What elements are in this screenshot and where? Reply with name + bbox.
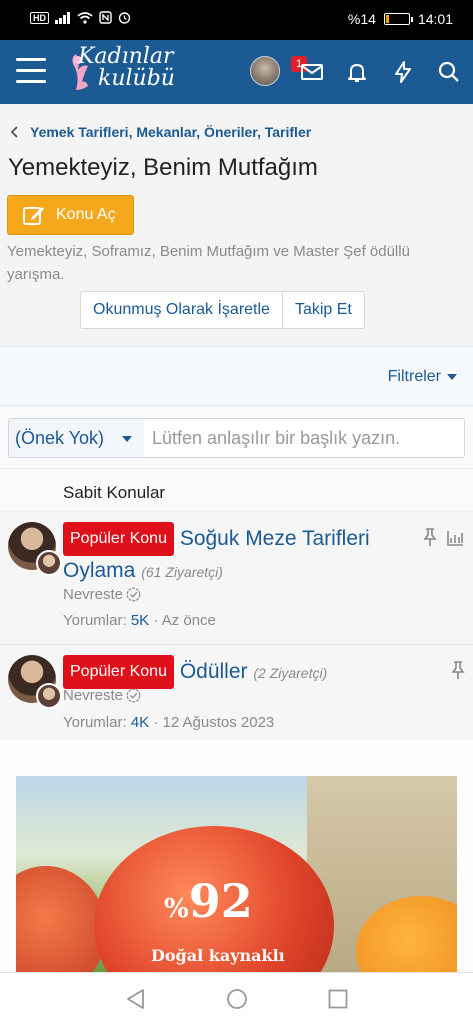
bell-icon[interactable] xyxy=(345,60,369,84)
breadcrumb[interactable]: Yemek Tarifleri, Mekanlar, Öneriler, Tar… xyxy=(10,124,311,140)
mark-read-button[interactable]: Okunmuş Olarak İşaretle xyxy=(81,292,282,328)
author-name[interactable]: Nevreste xyxy=(63,687,123,704)
thread-title[interactable]: Popüler Konu Ödüller (2 Ziyaretçi) xyxy=(63,655,413,689)
ad-percent-value: 92 xyxy=(188,874,253,928)
filters-dropdown[interactable]: Filtreler xyxy=(388,368,457,386)
battery-fill xyxy=(385,15,390,23)
signal-icon xyxy=(55,11,70,24)
pin-icon xyxy=(451,661,465,679)
new-thread-label: Konu Aç xyxy=(56,206,116,223)
clock: 14:01 xyxy=(417,11,453,27)
last-activity[interactable]: · Az önce xyxy=(153,612,216,629)
replies-label: Yorumlar: xyxy=(63,612,127,629)
forum-actions: Okunmuş Olarak İşaretle Takip Et xyxy=(80,291,365,329)
thread-visitors: (2 Ziyaretçi) xyxy=(253,665,328,681)
breadcrumb-link[interactable]: Yemek Tarifleri, Mekanlar, Öneriler, Tar… xyxy=(30,124,311,140)
prefix-value: (Önek Yok) xyxy=(15,428,105,448)
quick-thread-row: (Önek Yok) Lütfen anlaşılır bir başlık y… xyxy=(0,406,473,468)
last-poster-avatar[interactable] xyxy=(36,550,62,576)
home-icon[interactable] xyxy=(225,987,249,1011)
thread-title-input[interactable]: Lütfen anlaşılır bir başlık yazın. xyxy=(144,418,465,458)
ad-fruit xyxy=(16,866,106,972)
prefix-select[interactable]: (Önek Yok) xyxy=(8,418,145,458)
replies-count[interactable]: 5K xyxy=(131,612,149,629)
battery-percent: %14 xyxy=(347,11,376,27)
mail-icon[interactable] xyxy=(300,60,324,84)
ad-subtitle: Doğal kaynaklı xyxy=(151,946,285,965)
pencil-icon xyxy=(23,207,44,225)
thread-author[interactable]: Nevreste xyxy=(63,586,141,603)
system-nav-bar xyxy=(0,972,473,1024)
last-activity[interactable]: · 12 Ağustos 2023 xyxy=(153,714,274,731)
alarm-icon xyxy=(118,12,131,24)
verified-icon xyxy=(126,688,141,703)
stats-icon xyxy=(447,531,463,546)
ad-percent-sign: % xyxy=(164,894,189,924)
thread-item[interactable]: Popüler Konu Ödüller (2 Ziyaretçi) Nevre… xyxy=(0,645,473,740)
hd-indicator: HD xyxy=(30,11,49,24)
sticky-threads-header: Sabit Konular xyxy=(0,468,473,512)
recents-icon[interactable] xyxy=(326,987,350,1011)
filter-bar: Filtreler xyxy=(0,346,473,406)
popular-label: Popüler Konu xyxy=(63,522,174,556)
battery-icon xyxy=(383,13,413,25)
hamburger-icon[interactable] xyxy=(16,58,46,84)
verified-icon xyxy=(126,587,141,602)
app-header: Kadınlar kulübü 1 xyxy=(0,40,473,104)
author-name[interactable]: Nevreste xyxy=(63,586,123,603)
caret-down-icon xyxy=(122,436,132,442)
advertisement-banner[interactable]: %92 Doğal kaynaklı xyxy=(16,776,457,972)
back-icon[interactable] xyxy=(124,987,148,1011)
pin-icon xyxy=(423,528,437,546)
thread-title-text[interactable]: Ödüller xyxy=(180,660,248,683)
thread-visitors: (61 Ziyaretçi) xyxy=(141,564,223,580)
status-bar: HD %14 14:01 xyxy=(0,0,473,40)
thread-item[interactable]: Popüler Konu Soğuk Meze Tarifleri Oylama… xyxy=(0,512,473,645)
new-thread-button[interactable]: Konu Aç xyxy=(7,195,134,235)
replies-label: Yorumlar: xyxy=(63,714,127,731)
last-poster-avatar[interactable] xyxy=(36,683,62,709)
ad-headline: %92 xyxy=(164,874,253,928)
popular-label: Popüler Konu xyxy=(63,655,174,689)
search-icon[interactable] xyxy=(437,60,461,84)
forum-header: Yemek Tarifleri, Mekanlar, Öneriler, Tar… xyxy=(0,104,473,346)
sticky-threads-label: Sabit Konular xyxy=(63,483,166,502)
forum-description: Yemekteyiz, Soframız, Benim Mutfağım ve … xyxy=(7,243,410,283)
chevron-left-icon[interactable] xyxy=(10,126,18,138)
filters-label: Filtreler xyxy=(387,368,441,385)
thread-author[interactable]: Nevreste xyxy=(63,687,141,704)
logo-line2: kulübü xyxy=(98,66,175,91)
wifi-icon xyxy=(77,11,93,24)
follow-button[interactable]: Takip Et xyxy=(281,292,364,328)
user-avatar[interactable] xyxy=(250,56,280,86)
logo-text[interactable]: Kadınlar kulübü xyxy=(78,46,175,90)
caret-down-icon xyxy=(447,374,457,380)
thread-meta: Yorumlar: 5K · Az önce xyxy=(63,612,216,629)
page-title: Yemekteyiz, Benim Mutfağım xyxy=(8,154,318,181)
thread-title[interactable]: Popüler Konu Soğuk Meze Tarifleri Oylama… xyxy=(63,522,413,587)
replies-count[interactable]: 4K xyxy=(131,714,149,731)
thread-meta: Yorumlar: 4K · 12 Ağustos 2023 xyxy=(63,714,274,731)
bolt-icon[interactable] xyxy=(391,60,415,84)
nfc-icon xyxy=(99,11,112,24)
